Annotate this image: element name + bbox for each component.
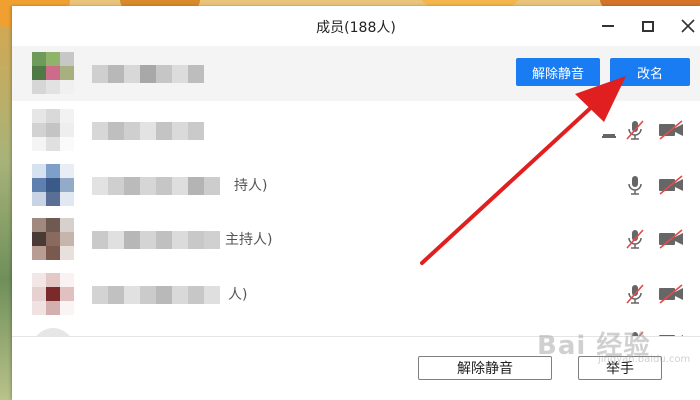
member-name-blurred	[92, 231, 220, 249]
close-icon	[681, 19, 695, 33]
camera-off-icon[interactable]	[658, 283, 684, 305]
avatar	[32, 52, 74, 94]
member-row[interactable]	[12, 103, 700, 158]
unmute-button[interactable]: 解除静音	[516, 58, 600, 86]
member-name-blurred	[92, 286, 220, 304]
minimize-icon	[602, 25, 614, 27]
member-role: 主持人)	[225, 232, 273, 248]
member-name-blurred	[92, 122, 204, 140]
avatar	[32, 273, 74, 315]
member-role: 持人)	[234, 178, 268, 194]
maximize-button[interactable]	[636, 14, 660, 38]
mic-muted-icon[interactable]	[624, 283, 646, 305]
member-name-blurred	[92, 177, 220, 195]
mic-icon[interactable]	[624, 174, 646, 196]
maximize-icon	[642, 20, 654, 32]
mic-muted-icon[interactable]	[624, 119, 646, 141]
member-row[interactable]: 主持人)	[12, 212, 700, 267]
avatar	[32, 109, 74, 151]
member-row[interactable]: 解除静音 改名	[12, 46, 700, 101]
avatar	[32, 164, 74, 206]
close-button[interactable]	[676, 14, 700, 38]
member-row[interactable]: 人)	[12, 267, 700, 322]
member-role: 人)	[228, 287, 248, 303]
avatar	[32, 218, 74, 260]
speaker-icon	[602, 134, 616, 138]
member-name-blurred	[92, 65, 204, 83]
mic-muted-icon[interactable]	[624, 228, 646, 250]
watermark-url: jingyan.baidu.com	[598, 354, 691, 365]
minimize-button[interactable]	[596, 14, 620, 38]
member-list: 解除静音 改名 持人) 主持人) 人)	[12, 46, 700, 336]
unmute-all-button[interactable]: 解除静音	[418, 356, 552, 380]
camera-off-icon[interactable]	[658, 119, 684, 141]
camera-off-icon[interactable]	[658, 228, 684, 250]
rename-button[interactable]: 改名	[610, 58, 690, 86]
avatar	[32, 328, 74, 336]
title-bar: 成员(188人)	[12, 6, 700, 46]
member-row[interactable]: 持人)	[12, 158, 700, 213]
camera-off-icon[interactable]	[658, 174, 684, 196]
